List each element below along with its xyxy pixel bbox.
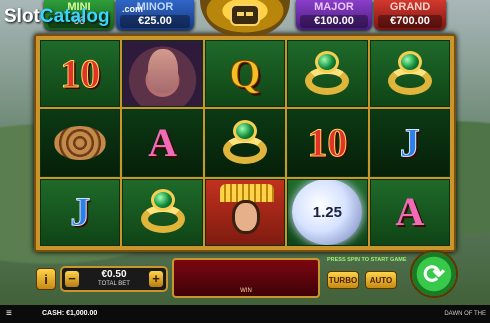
jackpot-grand-label: GRAND [389, 1, 431, 13]
reel-1-row-3: J [40, 178, 121, 246]
jackpot-grand: GRAND €700.00 [374, 0, 446, 30]
jackpot-major-label: MAJOR [314, 1, 354, 13]
jackpot-major: MAJOR €100.00 [296, 0, 372, 30]
reel-1-row-1: 10 [40, 40, 121, 108]
moon-symbol: 1.25 [292, 179, 363, 245]
reel-4-row-1 [287, 40, 368, 108]
reel-2-row-1 [122, 40, 203, 108]
total-bet-label: TOTAL BET [98, 281, 130, 287]
win-label: WIN [240, 288, 252, 294]
win-display: WIN [172, 258, 320, 298]
reel-1-row-2 [40, 109, 121, 177]
jackpot-major-value: €100.00 [300, 15, 368, 28]
jackpot-minor-value: €25.00 [120, 15, 190, 28]
control-panel: i − €0.50 TOTAL BET + WIN PRESS SPIN TO … [30, 250, 460, 305]
reel-3-row-2 [204, 109, 286, 177]
spin-button[interactable]: ⟳ [410, 250, 458, 298]
bet-increase-button[interactable]: + [149, 271, 163, 287]
ring-symbol [217, 118, 273, 168]
logo-slot-text: Slot [4, 6, 40, 27]
cash-balance: CASH: €1,000.00 [42, 310, 98, 317]
ring-symbol [299, 49, 355, 99]
reel-frame: 10 Q A 10 J J 1.25 A [34, 34, 456, 252]
bet-decrease-button[interactable]: − [65, 271, 79, 287]
bet-selector: − €0.50 TOTAL BET + [60, 266, 168, 292]
logo-com-text: .com [122, 4, 144, 14]
reel-2-row-2: A [122, 109, 203, 177]
ten-symbol: 10 [60, 50, 101, 96]
jack-symbol: J [70, 189, 91, 235]
puma-symbol [123, 41, 202, 107]
ace-symbol: A [148, 119, 178, 165]
reel-5-row-3: A [369, 178, 450, 246]
reel-2-row-3 [122, 178, 203, 246]
moon-value: 1.25 [312, 203, 342, 221]
spin-arrows-icon: ⟳ [423, 258, 445, 289]
info-icon[interactable]: i [36, 268, 56, 290]
snake-symbol [54, 125, 107, 160]
reel-4-row-3: 1.25 [287, 178, 368, 246]
reel-4-row-2: 10 [287, 109, 368, 177]
auto-button[interactable]: AUTO [365, 271, 397, 289]
ten-symbol: 10 [307, 119, 348, 165]
status-bar: ≡ CASH: €1,000.00 DAWN OF THE [0, 305, 490, 323]
logo-catalog-text: Catalog [39, 6, 110, 27]
priestess-symbol [205, 179, 285, 245]
queen-symbol: Q [229, 50, 261, 96]
turbo-button[interactable]: TURBO [327, 271, 359, 289]
press-spin-hint: PRESS SPIN TO START GAME [327, 257, 407, 263]
reel-grid: 10 Q A 10 J J 1.25 A [40, 40, 450, 246]
reel-5-row-2: J [369, 109, 450, 177]
ace-symbol: A [395, 189, 425, 235]
reel-3-row-3 [204, 178, 286, 246]
jack-symbol: J [399, 119, 420, 165]
ring-symbol [135, 187, 191, 237]
game-title: DAWN OF THE [444, 311, 486, 317]
reel-3-row-1: Q [204, 40, 286, 108]
total-bet-value: €0.50 [101, 269, 127, 280]
menu-icon[interactable]: ≡ [6, 305, 12, 323]
reel-5-row-1 [369, 40, 450, 108]
ring-symbol [382, 49, 438, 99]
jackpot-grand-value: €700.00 [378, 15, 442, 28]
watermark-logo: SlotCatalog .com [4, 4, 143, 28]
